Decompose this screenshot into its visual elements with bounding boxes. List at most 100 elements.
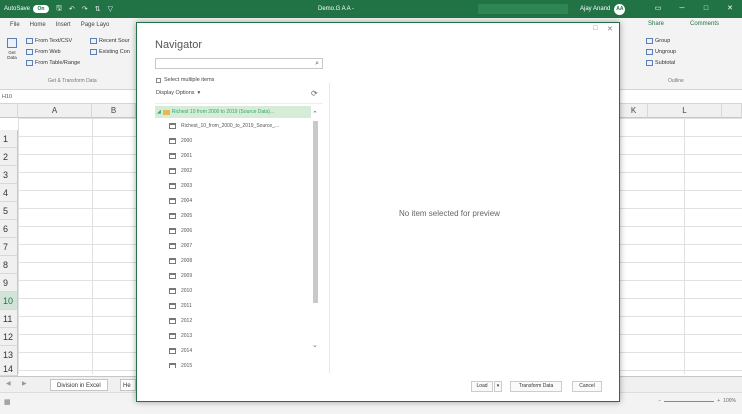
row-header[interactable]: 9 (0, 274, 18, 292)
row-header[interactable]: 6 (0, 220, 18, 238)
sheet-tab[interactable]: He (120, 379, 136, 391)
tree-item[interactable]: 2000 (169, 135, 192, 147)
ungroup-button[interactable]: Ungroup (646, 49, 676, 55)
subtotal-button[interactable]: Subtotal (646, 60, 675, 66)
tree-item[interactable]: 2012 (169, 315, 192, 327)
get-data-label: Get Data (7, 50, 17, 60)
tab-file[interactable]: File (10, 22, 20, 28)
from-table-button[interactable]: From Table/Range (26, 60, 80, 66)
transform-data-button[interactable]: Transform Data (510, 381, 562, 392)
refresh-icon[interactable]: ⟳ (311, 89, 318, 98)
comments-button[interactable]: Comments (690, 21, 719, 27)
name-box[interactable]: H10 (2, 92, 92, 102)
row-header[interactable]: 3 (0, 166, 18, 184)
undo-icon[interactable]: ↶ (69, 5, 75, 13)
zoom-slider[interactable] (664, 400, 715, 402)
dialog-close-icon[interactable]: ✕ (607, 25, 613, 33)
autosave-toggle[interactable]: On (33, 5, 50, 13)
scroll-down-icon[interactable]: ⌄ (312, 341, 318, 349)
row-header[interactable]: 4 (0, 184, 18, 202)
load-dropdown-button[interactable]: ▾ (494, 381, 502, 392)
user-account[interactable]: Ajay Anand AA (580, 0, 626, 18)
maximize-icon[interactable]: □ (694, 0, 718, 18)
tree-item[interactable]: 2003 (169, 180, 192, 192)
redo-icon[interactable]: ↷ (82, 5, 88, 13)
sort-icon[interactable]: ⇅ (95, 5, 101, 13)
scroll-up-icon[interactable]: ⌃ (312, 110, 318, 118)
minimize-icon[interactable]: ─ (670, 0, 694, 18)
row-header[interactable]: 2 (0, 148, 18, 166)
tree-item[interactable]: 2015 (169, 360, 192, 368)
close-icon[interactable]: ✕ (718, 0, 742, 18)
row-header[interactable]: 14 (0, 362, 18, 376)
filter-icon[interactable]: ▽ (108, 5, 113, 13)
load-button[interactable]: Load (471, 381, 493, 392)
tab-insert[interactable]: Insert (56, 22, 71, 28)
recent-sources-button[interactable]: Recent Sour (90, 38, 130, 44)
existing-connections-button[interactable]: Existing Con (90, 49, 130, 55)
tree-item[interactable]: 2013 (169, 330, 192, 342)
column-header[interactable]: K (620, 104, 648, 118)
sheet-tab[interactable]: Division in Excel (50, 379, 108, 391)
scrollbar-thumb[interactable] (313, 121, 318, 303)
save-icon[interactable]: 🖫 (56, 4, 62, 15)
tree-item-label: 2002 (181, 168, 193, 174)
tree-item[interactable]: 2010 (169, 285, 192, 297)
select-multiple-checkbox[interactable]: Select multiple items (156, 77, 214, 83)
row-header[interactable]: 8 (0, 256, 18, 274)
sheet-icon (169, 168, 176, 174)
ribbon-display-icon[interactable]: ▭ (646, 0, 670, 18)
dialog-restore-icon[interactable]: □ (593, 25, 597, 32)
avatar[interactable]: AA (614, 3, 626, 15)
zoom-in-icon[interactable]: + (717, 398, 720, 404)
tree-item[interactable]: 2014 (169, 345, 192, 357)
chevron-down-icon: ▾ (197, 90, 201, 96)
tree-scrollbar[interactable]: ⌃ ⌄ (312, 111, 319, 351)
zoom-control[interactable]: − + 100% (658, 398, 736, 404)
group-label-outline: Outline (668, 78, 684, 84)
select-all-corner[interactable] (0, 104, 18, 118)
navigator-search-input[interactable]: ⌕ (155, 58, 323, 69)
tree-item[interactable]: Richest_10_from_2000_to_2019_Source_... (169, 120, 279, 132)
tree-item[interactable]: 2011 (169, 300, 192, 312)
sheet-icon (169, 273, 176, 279)
navigator-dialog: □ ✕ Navigator ⌕ Select multiple items Di… (136, 22, 620, 402)
zoom-out-icon[interactable]: − (658, 398, 661, 404)
tree-item[interactable]: 2007 (169, 240, 192, 252)
tree-root-node[interactable]: ◢ Richest 10 from 2000 to 2019 (Source D… (155, 106, 311, 118)
tree-item[interactable]: 2006 (169, 225, 192, 237)
tree-item[interactable]: 2001 (169, 150, 192, 162)
tab-home[interactable]: Home (30, 22, 46, 28)
display-options-dropdown[interactable]: Display Options ▾ (156, 90, 200, 96)
search-bar[interactable] (478, 4, 568, 14)
row-header[interactable]: 1 (0, 130, 18, 148)
checkbox-box[interactable] (156, 77, 161, 83)
tree-item[interactable]: 2008 (169, 255, 192, 267)
from-web-button[interactable]: From Web (26, 49, 61, 55)
row-header[interactable]: 11 (0, 310, 18, 328)
scroll-sheets-right-icon[interactable]: ▶ (22, 380, 27, 387)
row-header[interactable]: 7 (0, 238, 18, 256)
share-button[interactable]: Share (648, 21, 664, 27)
expand-arrow-icon[interactable]: ◢ (157, 109, 161, 115)
row-header-selected[interactable]: 10 (0, 292, 18, 310)
sheet-icon (169, 183, 176, 189)
tree-item[interactable]: 2002 (169, 165, 192, 177)
column-header[interactable]: B (92, 104, 136, 118)
get-data-button[interactable]: Get Data (4, 38, 20, 60)
cancel-button[interactable]: Cancel (572, 381, 602, 392)
column-header[interactable]: L (648, 104, 722, 118)
group-label-get-transform: Get & Transform Data (48, 78, 97, 84)
scroll-sheets-left-icon[interactable]: ◀ (6, 380, 11, 387)
tree-item[interactable]: 2005 (169, 210, 192, 222)
macro-record-icon[interactable]: ▦ (4, 398, 11, 406)
group-button[interactable]: Group (646, 38, 670, 44)
column-header[interactable]: A (18, 104, 92, 118)
column-header[interactable] (722, 104, 742, 118)
tree-item[interactable]: 2009 (169, 270, 192, 282)
from-text-button[interactable]: From Text/CSV (26, 38, 72, 44)
row-header[interactable]: 5 (0, 202, 18, 220)
tab-page-layout[interactable]: Page Layo (81, 22, 110, 28)
row-header[interactable]: 12 (0, 328, 18, 346)
tree-item[interactable]: 2004 (169, 195, 192, 207)
